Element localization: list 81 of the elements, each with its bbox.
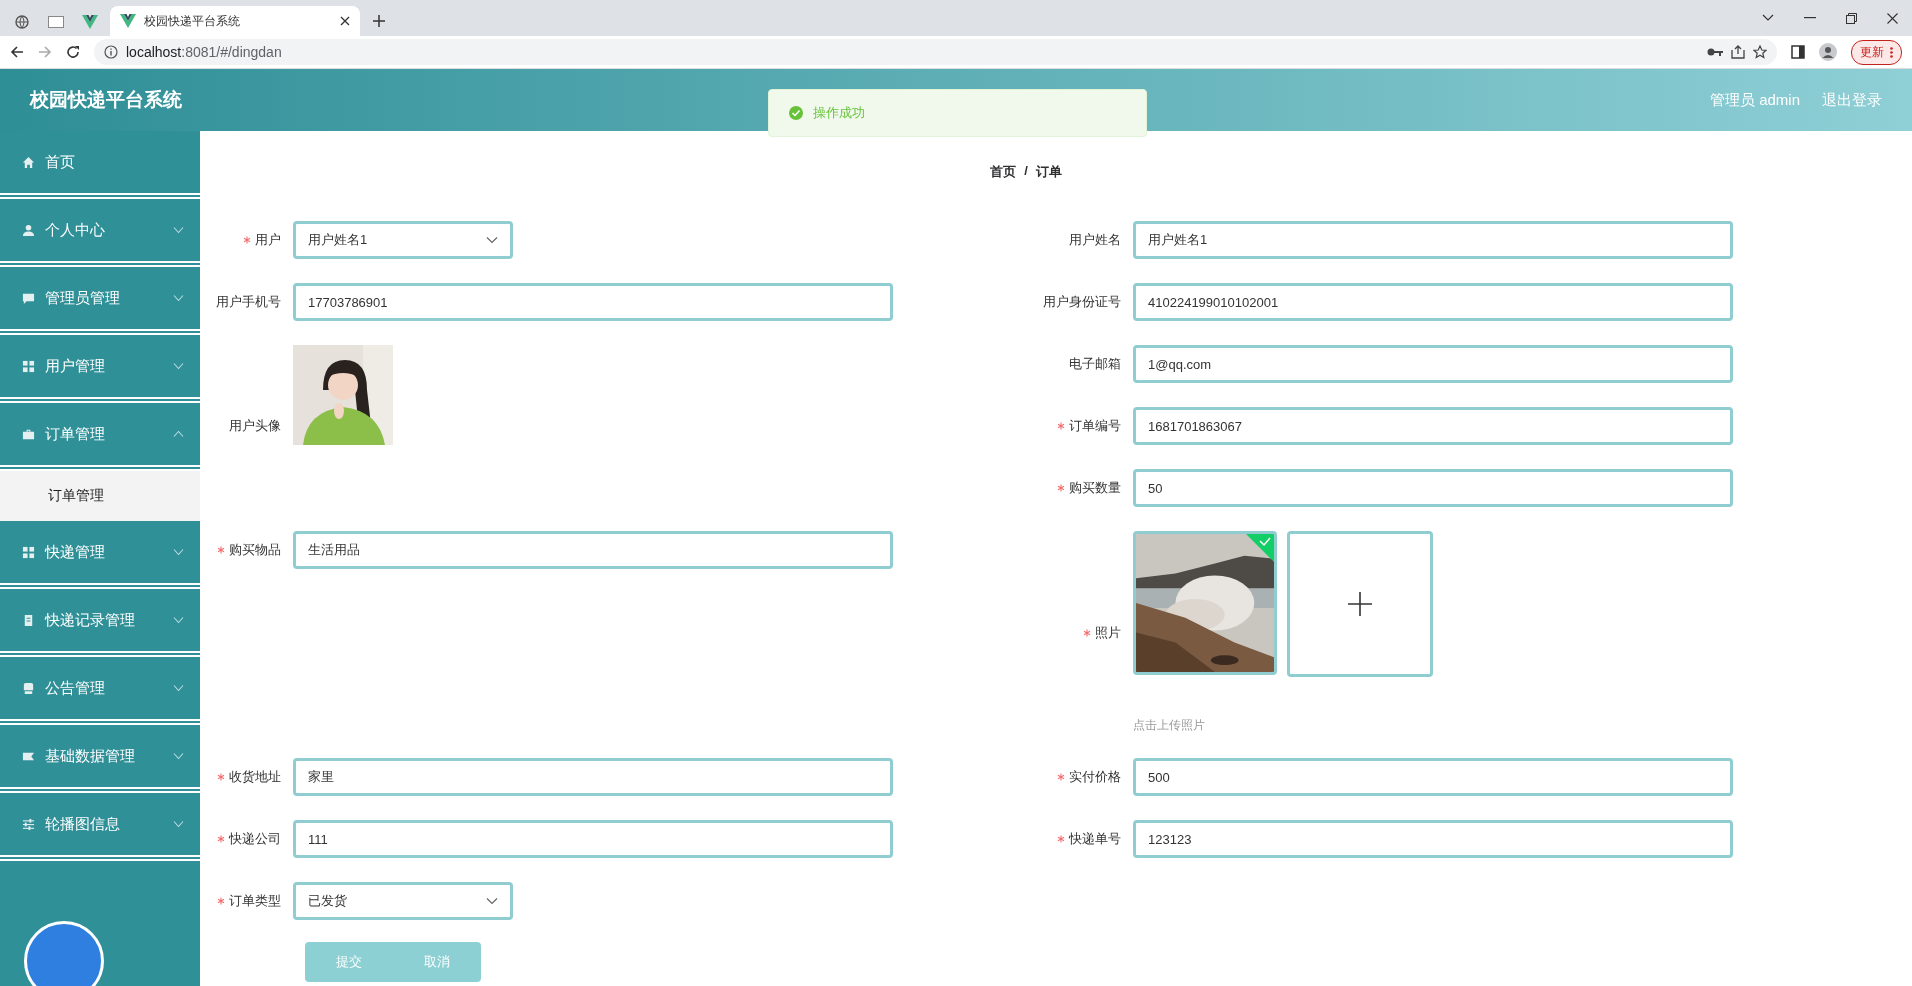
text-field[interactable]: 123123 — [1133, 820, 1733, 858]
chevron-down-icon[interactable] — [1762, 14, 1774, 22]
submenu-item[interactable]: 订单管理 — [0, 471, 200, 521]
chevron-down-icon — [173, 752, 184, 760]
field-label: 用户身份证号 — [1043, 293, 1121, 311]
text-field[interactable]: 500 — [1133, 758, 1733, 796]
chevron-down-icon — [486, 236, 498, 244]
share-icon[interactable] — [1731, 45, 1745, 59]
breadcrumb-link[interactable]: 首页 — [990, 163, 1017, 183]
text-field[interactable]: 111 — [293, 820, 893, 858]
field-label: 用户头像 — [229, 417, 281, 435]
minimize-icon[interactable] — [1804, 17, 1816, 19]
field-label: 快递单号 — [1069, 830, 1121, 848]
plus-icon[interactable] — [372, 14, 386, 28]
chevron-down-icon — [173, 548, 184, 556]
field-label: 实付价格 — [1069, 768, 1121, 786]
check-circle-icon — [789, 106, 803, 120]
upload-hint: 点击上传照片 — [1133, 717, 1206, 734]
app-title: 校园快递平台系统 — [30, 88, 182, 112]
text-field[interactable]: 410224199010102001 — [1133, 283, 1733, 321]
address-bar[interactable]: localhost:8081/#/dingdan — [94, 39, 1777, 65]
grid-icon — [22, 359, 35, 373]
chevron-down-icon — [173, 820, 184, 828]
field-label: 用户姓名 — [1069, 231, 1121, 249]
select-field[interactable]: 用户姓名1 — [293, 221, 513, 259]
briefcase-icon — [22, 427, 35, 441]
chevron-down-icon — [486, 897, 498, 905]
toast-message: 操作成功 — [813, 104, 865, 122]
more-icon — [1890, 46, 1893, 58]
text-field[interactable]: 1@qq.com — [1133, 345, 1733, 383]
text-field[interactable]: 用户姓名1 — [1133, 221, 1733, 259]
field-label: 订单编号 — [1069, 417, 1121, 435]
restore-icon[interactable] — [1846, 12, 1857, 24]
chevron-down-icon — [173, 684, 184, 692]
chevron-up-icon — [173, 430, 184, 438]
chevron-down-icon — [173, 226, 184, 234]
update-button[interactable]: 更新 — [1851, 39, 1902, 65]
field-label: 订单类型 — [229, 892, 281, 910]
user-label: 管理员 admin — [1709, 90, 1800, 110]
field-label: 收货地址 — [229, 768, 281, 786]
profile-icon[interactable] — [1819, 43, 1837, 61]
chevron-down-icon — [173, 616, 184, 624]
clipboard-icon — [22, 613, 35, 627]
field-label: 照片 — [1095, 623, 1121, 642]
page-icon[interactable] — [48, 16, 64, 28]
back-icon[interactable] — [10, 45, 24, 59]
info-icon[interactable] — [104, 45, 118, 59]
star-icon[interactable] — [1753, 45, 1767, 59]
plus-icon — [1347, 591, 1373, 617]
text-field[interactable]: 生活用品 — [293, 531, 893, 569]
text-field[interactable]: 50 — [1133, 469, 1733, 507]
select-field[interactable]: 已发货 — [293, 882, 513, 920]
close-icon[interactable] — [340, 16, 350, 26]
field-label: 快递公司 — [229, 830, 281, 848]
field-label: 用户 — [255, 231, 281, 249]
browser-tab[interactable]: 校园快递平台系统 — [110, 6, 360, 36]
text-field[interactable]: 1681701863067 — [1133, 407, 1733, 445]
v-logo-icon — [120, 14, 136, 28]
field-label: 电子邮箱 — [1069, 355, 1121, 373]
chevron-down-icon — [173, 362, 184, 370]
breadcrumb-link[interactable]: 订单 — [1035, 163, 1062, 183]
field-label: 购买物品 — [229, 541, 281, 559]
round-badge-icon[interactable] — [24, 921, 104, 986]
printer-icon — [22, 681, 35, 695]
v-logo-icon[interactable] — [82, 15, 98, 29]
sliders-icon — [22, 817, 35, 831]
globe-icon[interactable] — [15, 15, 29, 29]
text-field[interactable]: 17703786901 — [293, 283, 893, 321]
text-field[interactable]: 家里 — [293, 758, 893, 796]
field-label: 购买数量 — [1069, 479, 1121, 497]
chevron-down-icon — [173, 294, 184, 302]
user-icon — [22, 223, 35, 237]
sidebar-icon[interactable] — [1791, 45, 1805, 59]
reload-icon[interactable] — [66, 45, 80, 59]
grid-icon — [22, 545, 35, 559]
home-icon — [22, 155, 35, 169]
breadcrumb-separator: / — [1024, 163, 1028, 180]
field-label: 用户手机号 — [216, 293, 281, 311]
key-icon[interactable] — [1707, 47, 1723, 57]
close-icon[interactable] — [1887, 12, 1898, 24]
chat-icon — [22, 291, 35, 305]
